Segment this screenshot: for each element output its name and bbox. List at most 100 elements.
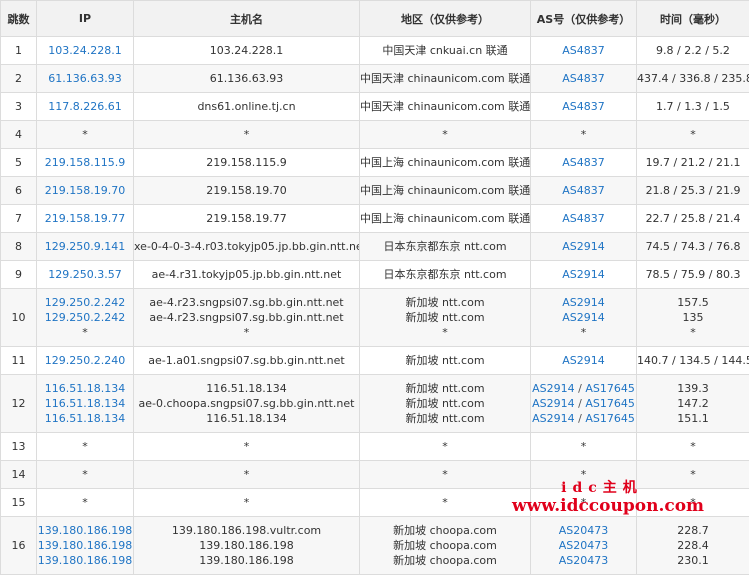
table-row: 9129.250.3.57ae-4.r31.tokyjp05.jp.bb.gin… (1, 261, 749, 289)
as-separator: / (575, 397, 586, 410)
ip-link[interactable]: 219.158.19.70 (45, 184, 125, 197)
host-value: * (134, 127, 359, 142)
table-body: 1103.24.228.1103.24.228.1中国天津 cnkuai.cn … (1, 37, 749, 575)
as-cell: AS4837 (531, 205, 637, 233)
hop-cell: 6 (1, 177, 37, 205)
hop-cell: 5 (1, 149, 37, 177)
ip-line: 219.158.19.70 (37, 183, 133, 198)
ip-link[interactable]: 103.24.228.1 (48, 44, 121, 57)
hop-cell: 4 (1, 121, 37, 149)
time-value: 157.5 (637, 295, 749, 310)
region-cell: * (360, 121, 531, 149)
region-cell: 新加坡 ntt.com新加坡 ntt.com新加坡 ntt.com (360, 375, 531, 433)
hop-cell: 9 (1, 261, 37, 289)
ip-line: 129.250.2.242 (37, 310, 133, 325)
as-line: AS20473 (531, 538, 636, 553)
as-link[interactable]: AS2914 (532, 397, 575, 410)
ip-link[interactable]: 116.51.18.134 (45, 382, 125, 395)
as-link[interactable]: AS4837 (562, 156, 605, 169)
hostname-cell: 103.24.228.1 (134, 37, 360, 65)
ip-link[interactable]: 129.250.2.242 (45, 311, 125, 324)
ip-line: 129.250.3.57 (37, 267, 133, 282)
as-link[interactable]: AS2914 (562, 296, 605, 309)
hostname-cell: 116.51.18.134ae-0.choopa.sngpsi07.sg.bb.… (134, 375, 360, 433)
ip-link[interactable]: 129.250.2.242 (45, 296, 125, 309)
as-link[interactable]: AS2914 (562, 268, 605, 281)
as-link[interactable]: AS17645 (585, 412, 635, 425)
ip-link[interactable]: 129.250.2.240 (45, 354, 125, 367)
time-cell: 19.7 / 21.2 / 21.1 (637, 149, 749, 177)
as-link[interactable]: AS20473 (559, 539, 609, 552)
ip-link[interactable]: 139.180.186.198 (38, 554, 132, 567)
host-value: 139.180.186.198 (134, 538, 359, 553)
ip-link[interactable]: 116.51.18.134 (45, 412, 125, 425)
as-link[interactable]: AS4837 (562, 72, 605, 85)
ip-line: 117.8.226.61 (37, 99, 133, 114)
ip-value: * (37, 127, 133, 142)
hostname-cell: * (134, 489, 360, 517)
ip-line: 129.250.2.242 (37, 295, 133, 310)
region-cell: 中国天津 cnkuai.cn 联通 (360, 37, 531, 65)
ip-link[interactable]: 139.180.186.198 (38, 524, 132, 537)
as-line: AS2914 / AS17645 (531, 381, 636, 396)
header-time: 时间（毫秒） (637, 1, 749, 37)
region-cell: 中国上海 chinaunicom.com 联通 (360, 149, 531, 177)
as-link[interactable]: AS4837 (562, 212, 605, 225)
as-link[interactable]: AS2914 (532, 412, 575, 425)
ip-link[interactable]: 219.158.115.9 (45, 156, 125, 169)
region-value: 中国天津 chinaunicom.com 联通 (360, 71, 530, 86)
time-value: 230.1 (637, 553, 749, 568)
as-line: * (531, 467, 636, 482)
host-value: 139.180.186.198.vultr.com (134, 523, 359, 538)
table-row: 5219.158.115.9219.158.115.9中国上海 chinauni… (1, 149, 749, 177)
time-cell: 139.3147.2151.1 (637, 375, 749, 433)
host-value: 61.136.63.93 (134, 71, 359, 86)
ip-value: * (37, 439, 133, 454)
hop-cell: 7 (1, 205, 37, 233)
hostname-cell: 219.158.19.70 (134, 177, 360, 205)
ip-cell: 139.180.186.198 139.180.186.198 139.180.18… (37, 517, 134, 575)
as-link[interactable]: AS17645 (585, 397, 635, 410)
table-row: 6219.158.19.70219.158.19.70中国上海 chinauni… (1, 177, 749, 205)
host-value: * (134, 467, 359, 482)
ip-link[interactable]: 139.180.186.198 (38, 539, 132, 552)
as-cell: AS4837 (531, 177, 637, 205)
region-cell: * (360, 489, 531, 517)
as-line: AS4837 (531, 211, 636, 226)
region-cell: 中国天津 chinaunicom.com 联通 (360, 93, 531, 121)
as-line: AS2914 (531, 353, 636, 368)
hostname-cell: 219.158.115.9 (134, 149, 360, 177)
ip-link[interactable]: 116.51.18.134 (45, 397, 125, 410)
as-link[interactable]: AS2914 (562, 240, 605, 253)
ip-link[interactable]: 129.250.3.57 (48, 268, 121, 281)
as-line: AS20473 (531, 523, 636, 538)
ip-link[interactable]: 117.8.226.61 (48, 100, 121, 113)
hop-cell: 3 (1, 93, 37, 121)
ip-link[interactable]: 129.250.9.141 (45, 240, 125, 253)
ip-link[interactable]: 61.136.63.93 (48, 72, 121, 85)
as-link[interactable]: AS2914 (562, 311, 605, 324)
host-value: 139.180.186.198 (134, 553, 359, 568)
hostname-cell: 219.158.19.77 (134, 205, 360, 233)
as-link[interactable]: AS17645 (585, 382, 635, 395)
region-value: 新加坡 choopa.com (360, 553, 530, 568)
as-link[interactable]: AS20473 (559, 524, 609, 537)
as-cell: AS4837 (531, 149, 637, 177)
as-link[interactable]: AS20473 (559, 554, 609, 567)
as-link[interactable]: AS4837 (562, 44, 605, 57)
ip-cell: 129.250.2.242129.250.2.242* (37, 289, 134, 347)
region-value: 日本东京都东京 ntt.com (360, 267, 530, 282)
hop-cell: 11 (1, 347, 37, 375)
as-link[interactable]: AS2914 (562, 354, 605, 367)
ip-link[interactable]: 219.158.19.77 (45, 212, 125, 225)
ip-value: * (37, 325, 133, 340)
host-value: * (134, 325, 359, 340)
as-link[interactable]: AS4837 (562, 100, 605, 113)
as-link[interactable]: AS4837 (562, 184, 605, 197)
as-line: AS4837 (531, 155, 636, 170)
as-separator: / (575, 412, 586, 425)
as-link[interactable]: AS2914 (532, 382, 575, 395)
ip-line: 139.180.186.198 (37, 553, 133, 568)
hop-cell: 8 (1, 233, 37, 261)
time-cell: * (637, 489, 749, 517)
